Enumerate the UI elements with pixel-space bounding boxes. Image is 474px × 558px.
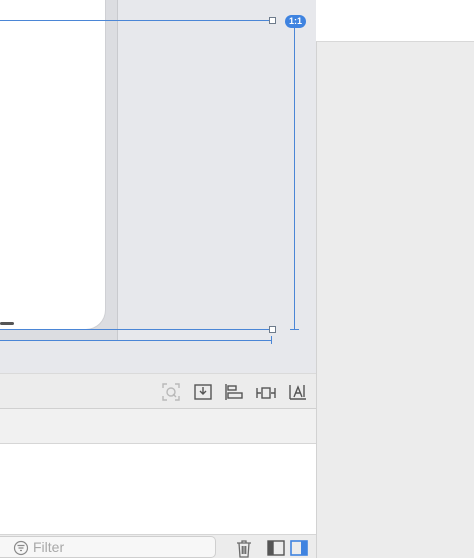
home-indicator [0,322,14,325]
view-controller-scene[interactable] [0,0,106,330]
height-dimension-tick [290,329,299,330]
selection-bottom-guide [0,329,272,330]
storyboard-canvas[interactable]: 1:1 [0,0,316,373]
resolve-issues-icon[interactable] [288,382,308,402]
zoom-ratio-badge: 1:1 [285,15,306,28]
hide-inspector-icon[interactable] [289,538,309,558]
editor-subbar [0,409,316,444]
filter-field[interactable] [0,536,216,558]
inspector-panel [316,41,474,558]
selection-top-guide [0,20,272,21]
update-frames-icon[interactable] [161,382,181,402]
width-dimension-line [0,340,272,341]
document-outline-area [0,444,316,534]
hide-navigator-icon[interactable] [266,538,286,558]
filter-icon [13,540,29,556]
resize-handle-bottom-right[interactable] [269,326,276,333]
align-icon[interactable] [224,382,244,402]
filter-input[interactable] [33,539,208,555]
add-constraints-icon[interactable] [256,382,276,402]
canvas-toolbar [0,373,316,409]
height-dimension-line [294,20,295,330]
width-dimension-tick [271,336,272,344]
resize-handle-top-right[interactable] [269,17,276,24]
inspector-header [316,0,474,41]
embed-in-icon[interactable] [193,382,213,402]
trash-icon[interactable] [234,538,254,558]
